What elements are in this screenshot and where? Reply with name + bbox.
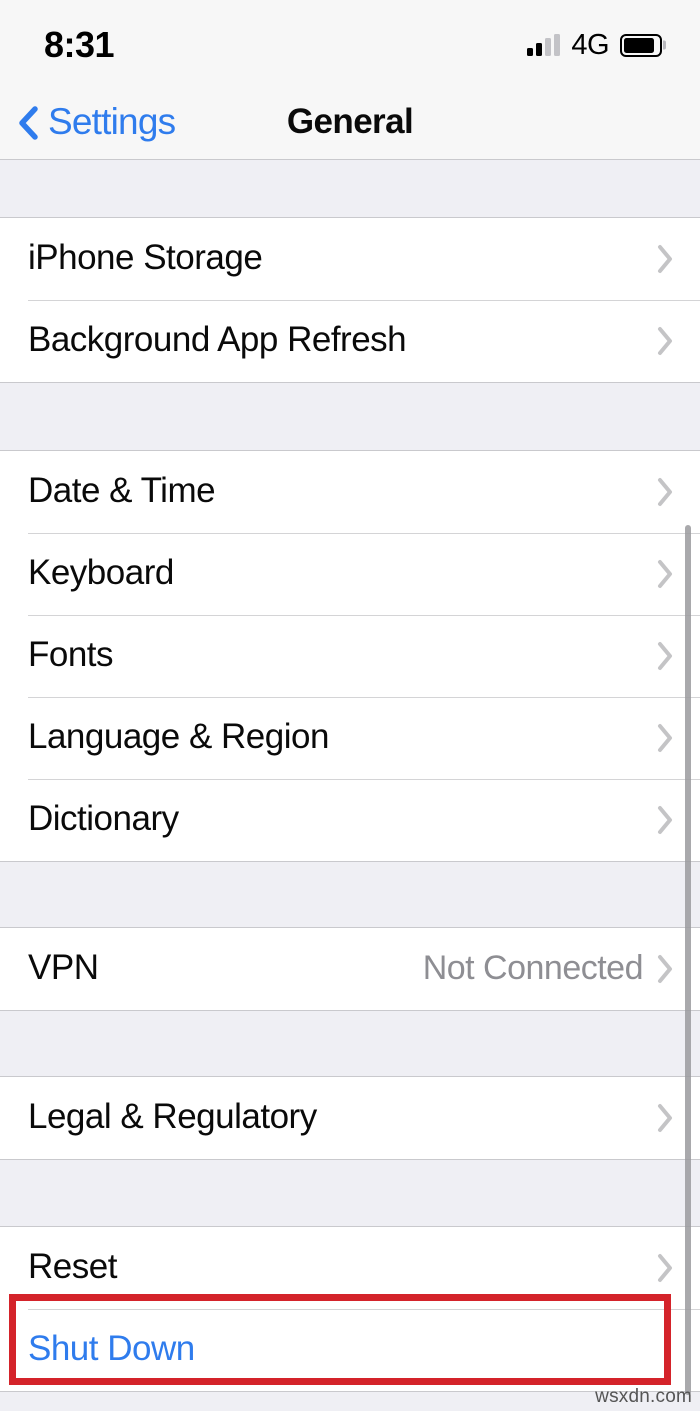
section-gap — [0, 160, 700, 217]
list-item-vpn[interactable]: VPN Not Connected — [0, 928, 700, 1010]
list-item-dictionary[interactable]: Dictionary — [0, 779, 700, 861]
chevron-right-icon — [658, 955, 672, 983]
list-item-background-app-refresh[interactable]: Background App Refresh — [0, 300, 700, 382]
list-item-accessory — [657, 559, 700, 589]
list-item-accessory — [657, 1253, 700, 1283]
list-item-accessory — [657, 477, 700, 507]
list-item-label: Background App Refresh — [28, 320, 407, 359]
list-item-label: Legal & Regulatory — [28, 1097, 317, 1136]
list-item-accessory — [657, 805, 700, 835]
settings-list[interactable]: iPhone Storage Background App Refresh Da… — [0, 160, 700, 1411]
iphone-settings-screen: 8:31 4G Settings General iPhone Storage … — [0, 0, 700, 1411]
page-title: General — [286, 102, 414, 141]
chevron-right-icon — [658, 327, 672, 355]
network-type-label: 4G — [571, 28, 609, 61]
section-gap — [0, 383, 700, 450]
vpn-status-value: Not Connected — [422, 948, 644, 987]
list-item-label: Language & Region — [28, 717, 329, 756]
list-item-iphone-storage[interactable]: iPhone Storage — [0, 218, 700, 300]
section-gap — [0, 862, 700, 927]
chevron-right-icon — [658, 1254, 672, 1282]
list-item-accessory — [657, 641, 700, 671]
list-item-accessory — [657, 326, 700, 356]
list-item-accessory — [657, 244, 700, 274]
shut-down-label: Shut Down — [28, 1329, 195, 1368]
list-item-reset[interactable]: Reset — [0, 1227, 700, 1309]
list-item-keyboard[interactable]: Keyboard — [0, 533, 700, 615]
list-item-fonts[interactable]: Fonts — [0, 615, 700, 697]
status-bar-clock: 8:31 — [44, 24, 115, 65]
navigation-bar: Settings General — [0, 86, 700, 160]
settings-group-3: VPN Not Connected — [0, 927, 700, 1011]
chevron-right-icon — [658, 245, 672, 273]
status-bar: 8:31 4G — [0, 0, 700, 86]
chevron-right-icon — [658, 724, 672, 752]
scrollbar-thumb[interactable] — [685, 525, 691, 1395]
section-gap — [0, 1011, 700, 1076]
list-item-accessory — [657, 1103, 700, 1133]
settings-group-5: Reset Shut Down — [0, 1226, 700, 1392]
chevron-right-icon — [658, 806, 672, 834]
list-item-label: Keyboard — [28, 553, 174, 592]
battery-icon — [620, 33, 666, 57]
list-item-label: Reset — [28, 1247, 117, 1286]
list-item-date-and-time[interactable]: Date & Time — [0, 451, 700, 533]
chevron-right-icon — [658, 642, 672, 670]
settings-group-4: Legal & Regulatory — [0, 1076, 700, 1160]
list-item-shut-down[interactable]: Shut Down — [0, 1309, 700, 1391]
list-item-accessory — [657, 723, 700, 753]
list-item-label: Fonts — [28, 635, 114, 674]
list-item-language-and-region[interactable]: Language & Region — [0, 697, 700, 779]
watermark: wsxdn.com — [595, 1386, 692, 1407]
chevron-right-icon — [658, 560, 672, 588]
list-item-label: iPhone Storage — [28, 238, 263, 277]
list-item-label: VPN — [28, 948, 99, 987]
settings-group-1: iPhone Storage Background App Refresh — [0, 217, 700, 383]
list-item-label: Dictionary — [28, 799, 179, 838]
status-bar-indicators: 4G — [527, 25, 666, 62]
list-item-label: Date & Time — [28, 471, 216, 510]
chevron-right-icon — [658, 478, 672, 506]
cellular-signal-icon — [527, 34, 561, 56]
settings-group-2: Date & Time Keyboard Fonts Language & Re… — [0, 450, 700, 862]
chevron-right-icon — [658, 1104, 672, 1132]
list-item-accessory: Not Connected — [423, 951, 700, 988]
list-item-legal-and-regulatory[interactable]: Legal & Regulatory — [0, 1077, 700, 1159]
section-gap — [0, 1160, 700, 1226]
